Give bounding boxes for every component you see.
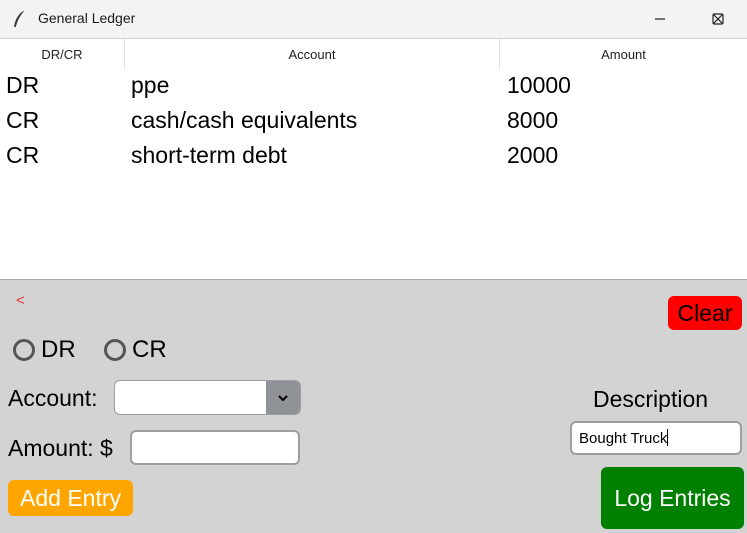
account-cell: ppe [131, 72, 170, 98]
account-label: Account: [8, 385, 98, 411]
table-row[interactable]: CR short-term debt 2000 [0, 142, 747, 177]
clear-button[interactable]: Clear [668, 296, 742, 330]
back-link[interactable]: < [16, 292, 25, 309]
radio-cr[interactable]: CR [104, 336, 167, 364]
radio-dr-label: DR [41, 336, 76, 363]
account-cell: cash/cash equivalents [131, 107, 358, 133]
amount-cell: 8000 [507, 107, 559, 133]
table-row[interactable]: DR ppe 10000 [0, 72, 747, 107]
close-icon [712, 13, 724, 25]
title-bar: General Ledger [0, 0, 747, 38]
entry-form-panel: < Clear DR CR Account: Amount: $ Descrip… [0, 279, 747, 533]
description-label: Description [593, 386, 709, 412]
feather-icon [12, 9, 28, 29]
table-header: DR/CR Account Amount [0, 39, 747, 69]
radio-cr-label: CR [132, 336, 167, 363]
drcr-cell: CR [6, 107, 40, 133]
amount-cell: 2000 [507, 142, 559, 168]
table-row[interactable]: CR cash/cash equivalents 8000 [0, 107, 747, 142]
description-input[interactable]: Bought Truck [570, 421, 742, 455]
column-header-amount[interactable]: Amount [500, 39, 747, 69]
account-cell: short-term debt [131, 142, 287, 168]
column-header-account[interactable]: Account [125, 39, 500, 69]
amount-input[interactable] [130, 430, 300, 465]
account-select[interactable] [114, 380, 301, 415]
column-header-drcr[interactable]: DR/CR [0, 39, 125, 69]
text-cursor [667, 429, 669, 446]
description-value: Bought Truck [579, 430, 668, 447]
radio-circle [104, 339, 126, 361]
general-ledger-window: General Ledger DR/CR Account Amount DR p… [0, 0, 747, 533]
amount-cell: 10000 [507, 72, 571, 98]
log-entries-button[interactable]: Log Entries [601, 467, 744, 529]
radio-circle [13, 339, 35, 361]
close-button[interactable] [689, 0, 747, 38]
account-dropdown-button[interactable] [266, 381, 300, 414]
ledger-table: DR/CR Account Amount DR ppe 10000 CR cas… [0, 38, 747, 279]
add-entry-button[interactable]: Add Entry [8, 480, 133, 516]
minimize-button[interactable] [631, 0, 689, 38]
amount-label: Amount: $ [8, 435, 113, 461]
window-title: General Ledger [38, 10, 136, 26]
drcr-cell: CR [6, 142, 40, 168]
minimize-icon [654, 13, 666, 25]
chevron-down-icon [277, 389, 289, 407]
drcr-cell: DR [6, 72, 40, 98]
radio-dr[interactable]: DR [13, 336, 76, 364]
